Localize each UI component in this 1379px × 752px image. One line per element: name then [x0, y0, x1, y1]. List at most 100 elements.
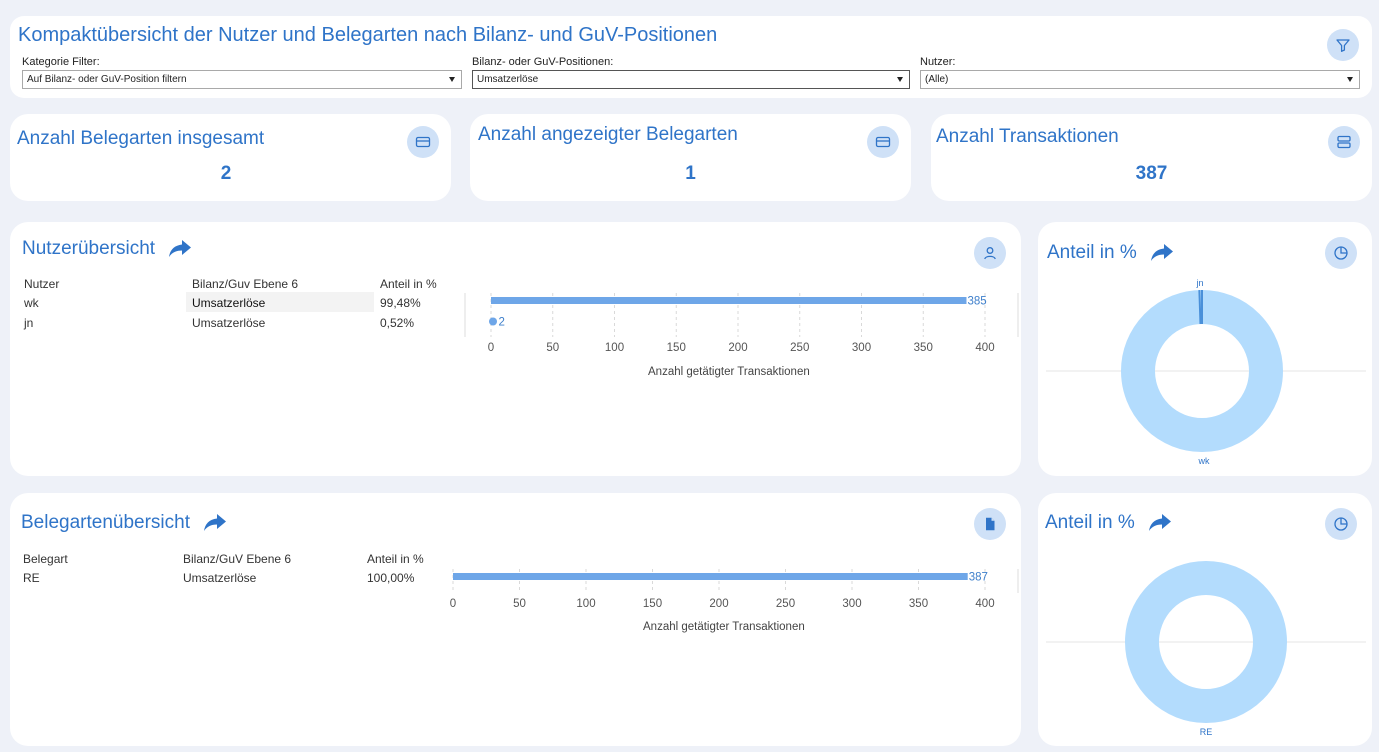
share-arrow-icon[interactable]: [203, 513, 227, 533]
data-label: 385: [967, 296, 986, 308]
user-overview-card: Nutzerübersicht Nutzer Bilanz/Guv Ebene …: [10, 222, 1021, 476]
tick-label: 350: [914, 342, 933, 354]
page-title: Kompaktübersicht der Nutzer und Belegart…: [18, 24, 718, 46]
doc-type-overview-title: Belegartenübersicht: [21, 512, 227, 534]
doc-type-overview-card: Belegartenübersicht Belegart Bilanz/GuV …: [10, 493, 1021, 746]
user-filter-value: (Alle): [925, 74, 949, 85]
share-arrow-icon[interactable]: [1148, 513, 1172, 533]
table-cell-user[interactable]: jn: [24, 316, 33, 330]
tick-label: 150: [667, 342, 686, 354]
kpi-card-transactions: Anzahl Transaktionen 387: [931, 114, 1372, 201]
tick-label: 0: [488, 342, 494, 354]
tick-label: 100: [576, 598, 595, 610]
kpi-value: 387: [1135, 163, 1168, 184]
x-axis-title: Anzahl getätigter Transaktionen: [648, 366, 810, 378]
column-header: Belegart: [23, 552, 68, 566]
doc-type-share-card: Anteil in % RE: [1038, 493, 1372, 746]
bar: [491, 297, 967, 304]
tick-label: 0: [450, 598, 456, 610]
user-filter-select[interactable]: (Alle): [920, 70, 1360, 89]
card-icon: [875, 136, 891, 148]
slice-label: wk: [1198, 456, 1210, 466]
tick-label: 200: [728, 342, 747, 354]
table-cell-position[interactable]: Umsatzerlöse: [192, 316, 265, 330]
panel-title-text: Anteil in %: [1047, 242, 1137, 263]
user-donut-chart: jn wk: [1046, 278, 1366, 466]
user-icon-badge: [974, 237, 1006, 269]
x-axis-title: Anzahl getätigter Transaktionen: [643, 621, 805, 633]
table-cell-share: 99,48%: [380, 296, 421, 310]
slice-label: RE: [1200, 727, 1213, 737]
user-icon: [984, 247, 996, 260]
pie-chart-icon: [1334, 517, 1348, 531]
position-filter-value: Umsatzerlöse: [477, 74, 539, 85]
tick-label: 250: [790, 342, 809, 354]
kpi-icon-badge: [407, 126, 439, 158]
tick-label: 400: [975, 342, 994, 354]
data-label: 2: [498, 317, 504, 329]
tick-label: 50: [513, 598, 526, 610]
kpi-icon-badge: [1328, 126, 1360, 158]
table-cell-position[interactable]: Umsatzerlöse: [183, 571, 256, 585]
tick-label: 400: [975, 598, 994, 610]
category-filter-label: Kategorie Filter:: [22, 56, 100, 68]
filter-button[interactable]: [1327, 29, 1359, 61]
user-filter-label: Nutzer:: [920, 56, 956, 68]
document-icon: [986, 517, 995, 531]
bar: [453, 573, 968, 580]
doc-type-bar-chart: 0 50 100 150 200 250 300 350 400 387: [450, 569, 1019, 610]
doc-type-donut-chart: RE: [1046, 561, 1366, 737]
column-header: Anteil in %: [380, 277, 437, 291]
user-share-title: Anteil in %: [1047, 242, 1174, 264]
table-cell-user[interactable]: wk: [24, 296, 39, 310]
kpi-title: Anzahl angezeigter Belegarten: [478, 124, 738, 145]
filter-icon: [1336, 39, 1350, 52]
kpi-icon-badge: [867, 126, 899, 158]
panel-title-text: Belegartenübersicht: [21, 512, 190, 533]
panel-title-text: Anteil in %: [1045, 512, 1135, 533]
kpi-card-shown-doc-types: Anzahl angezeigter Belegarten 1: [470, 114, 911, 201]
chevron-down-icon: [897, 77, 903, 82]
kpi-title: Anzahl Transaktionen: [936, 126, 1119, 147]
column-header: Nutzer: [24, 277, 60, 291]
server-icon: [1337, 135, 1351, 149]
tick-label: 200: [709, 598, 728, 610]
share-arrow-icon[interactable]: [1150, 243, 1174, 263]
category-filter-value: Auf Bilanz- oder GuV-Position filtern: [27, 74, 187, 85]
chevron-down-icon: [449, 77, 455, 82]
panel-title-text: Nutzerübersicht: [22, 238, 156, 259]
filter-card: Kompaktübersicht der Nutzer und Belegart…: [10, 16, 1372, 98]
tick-label: 350: [909, 598, 928, 610]
data-label: 387: [969, 572, 988, 584]
card-icon: [415, 136, 431, 148]
document-icon-badge: [974, 508, 1006, 540]
pie-icon-badge: [1325, 508, 1357, 540]
column-header: Anteil in %: [367, 552, 424, 566]
table-cell-doc-type[interactable]: RE: [23, 571, 40, 585]
kpi-value: 1: [685, 163, 696, 184]
table-cell-position[interactable]: Umsatzerlöse: [192, 296, 265, 310]
tick-label: 300: [842, 598, 861, 610]
table-cell-share: 0,52%: [380, 316, 415, 330]
chevron-down-icon: [1347, 77, 1353, 82]
user-share-card: Anteil in % jn wk: [1038, 222, 1372, 476]
tick-label: 50: [546, 342, 559, 354]
position-filter-select[interactable]: Umsatzerlöse: [472, 70, 910, 89]
pie-chart-icon: [1334, 246, 1348, 260]
doc-type-share-title: Anteil in %: [1045, 512, 1172, 534]
category-filter-select[interactable]: Auf Bilanz- oder GuV-Position filtern: [22, 70, 462, 89]
share-arrow-icon[interactable]: [168, 239, 192, 259]
user-overview-title: Nutzerübersicht: [22, 238, 192, 260]
bar: [489, 317, 497, 326]
tick-label: 250: [776, 598, 795, 610]
kpi-value: 2: [220, 163, 232, 184]
table-cell-share: 100,00%: [367, 571, 415, 585]
slice-label: jn: [1195, 278, 1203, 288]
tick-label: 100: [605, 342, 624, 354]
kpi-card-total-doc-types: Anzahl Belegarten insgesamt 2: [10, 114, 451, 201]
donut-slice-jn: [1198, 290, 1202, 325]
column-header: Bilanz/GuV Ebene 6: [183, 552, 292, 566]
pie-icon-badge: [1325, 237, 1357, 269]
kpi-title: Anzahl Belegarten insgesamt: [17, 128, 265, 149]
column-header: Bilanz/Guv Ebene 6: [192, 277, 299, 291]
